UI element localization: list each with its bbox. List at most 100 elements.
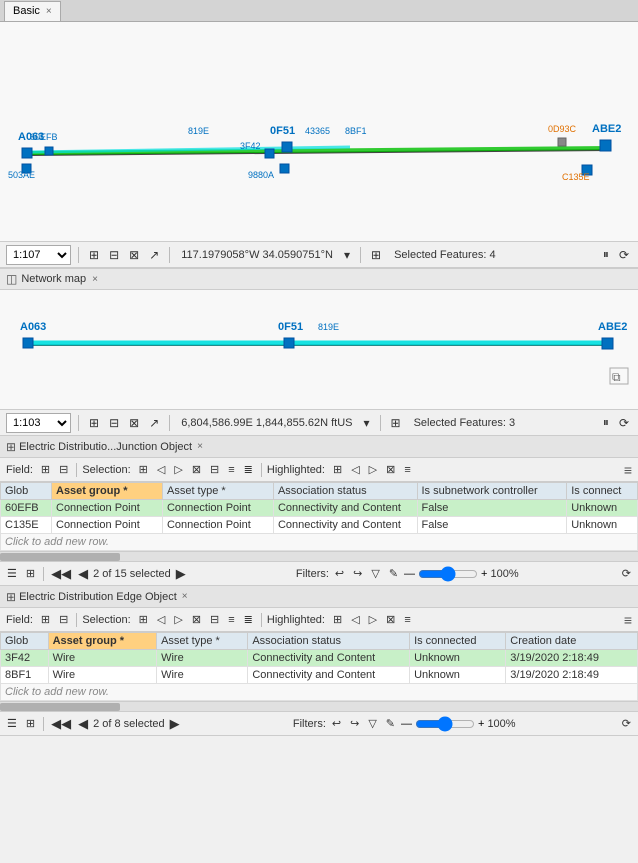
add-row-2[interactable]: Click to add new row.: [1, 684, 638, 701]
grid-btn-1[interactable]: ⊠: [126, 247, 142, 263]
refresh-table-1[interactable]: ⟳: [619, 565, 634, 582]
hl-btn-1c[interactable]: ▷: [366, 461, 380, 478]
zoom-select-1[interactable]: 1:107: [6, 245, 71, 265]
sel-btn-1d[interactable]: ⊠: [189, 461, 204, 478]
sel-btn-1c[interactable]: ▷: [171, 461, 185, 478]
zoom-select-2[interactable]: 1:103: [6, 413, 71, 433]
coord-dropdown-2[interactable]: ▾: [361, 415, 373, 431]
basic-tab[interactable]: Basic ×: [4, 1, 61, 21]
hl-btn-2b[interactable]: ◁: [348, 611, 362, 628]
cell-assetgroup: Connection Point: [52, 517, 163, 534]
arrow-btn-2[interactable]: ↗: [146, 415, 162, 431]
sep-nav1: [43, 567, 44, 581]
sel-btn-2e[interactable]: ⊟: [207, 611, 222, 628]
coord-dropdown-1[interactable]: ▾: [341, 247, 353, 263]
table2-scroll[interactable]: Glob Asset group * Asset type * Associat…: [0, 632, 638, 701]
hl-btn-2c[interactable]: ▷: [366, 611, 380, 628]
toggle-btn-2[interactable]: ⊞: [23, 715, 38, 732]
show-selected-btn-1[interactable]: ☰: [4, 565, 20, 582]
cell-isconnect: Unknown: [567, 500, 638, 517]
col-glob-2: Glob: [1, 633, 49, 650]
field-remove-btn-1[interactable]: ⊟: [56, 461, 71, 478]
hl-btn-1a[interactable]: ⊞: [330, 461, 345, 478]
extent-btn-2[interactable]: ⊟: [106, 415, 122, 431]
hl-btn-1d[interactable]: ⊠: [383, 461, 398, 478]
filter-redo-2[interactable]: ↪: [347, 715, 362, 732]
extent-btn-1[interactable]: ⊟: [106, 247, 122, 263]
refresh-table-2[interactable]: ⟳: [619, 715, 634, 732]
filter-redo-1[interactable]: ↪: [350, 565, 365, 582]
sel-btn-2a[interactable]: ⊞: [136, 611, 151, 628]
cell-assocstatus: Connectivity and Content: [273, 517, 417, 534]
pan-btn-1[interactable]: ⊞: [86, 247, 102, 263]
sep-2: [169, 247, 170, 263]
arrow-btn-1[interactable]: ↗: [146, 247, 162, 263]
feature-icon-2[interactable]: ⊞: [388, 415, 404, 431]
scroll-bar-h-1[interactable]: [0, 551, 638, 561]
refresh-btn-2[interactable]: ⟳: [616, 415, 632, 431]
add-row-text-2[interactable]: Click to add new row.: [1, 684, 638, 701]
table2-close[interactable]: ×: [182, 591, 188, 602]
prev-btn-2[interactable]: ◀: [76, 716, 90, 732]
basic-tab-close[interactable]: ×: [46, 6, 52, 17]
next-btn-1[interactable]: ▶: [174, 566, 188, 582]
toggle-btn-1[interactable]: ⊞: [23, 565, 38, 582]
sel-btn-2c[interactable]: ▷: [171, 611, 185, 628]
prev-btn-1[interactable]: ◀: [76, 566, 90, 582]
sel-btn-2g[interactable]: ≣: [241, 611, 256, 628]
scroll-bar-h-2[interactable]: [0, 701, 638, 711]
filter-edit-2[interactable]: ✎: [383, 715, 398, 732]
hl-btn-2a[interactable]: ⊞: [330, 611, 345, 628]
feature-icon-1[interactable]: ⊞: [368, 247, 384, 263]
table-row: 60EFB Connection Point Connection Point …: [1, 500, 638, 517]
settings-icon-1[interactable]: ≡: [624, 462, 632, 478]
filter-plus-2: +: [478, 718, 484, 730]
sel-btn-2f[interactable]: ≡: [225, 612, 237, 628]
filter-down-2[interactable]: ▽: [365, 715, 379, 732]
grid-btn-2[interactable]: ⊠: [126, 415, 142, 431]
add-row-text-1[interactable]: Click to add new row.: [1, 534, 638, 551]
filter-down-1[interactable]: ▽: [368, 565, 382, 582]
pan-btn-2[interactable]: ⊞: [86, 415, 102, 431]
zoom-slider-2[interactable]: [415, 716, 475, 732]
map-canvas-1: A063 60EFB 503AE 0F51 3F42 9880A 819E 43…: [0, 22, 638, 241]
sel-btn-1g[interactable]: ≣: [241, 461, 256, 478]
refresh-btn-1[interactable]: ⟳: [616, 247, 632, 263]
settings-icon-2[interactable]: ≡: [624, 612, 632, 628]
hl-btn-1e[interactable]: ≡: [401, 462, 413, 478]
scroll-thumb-2[interactable]: [0, 703, 120, 711]
network-map-close[interactable]: ×: [92, 274, 98, 285]
field-label-1: Field:: [6, 464, 33, 476]
field-add-btn-2[interactable]: ⊞: [38, 611, 53, 628]
pause-btn-2[interactable]: ⏸: [600, 414, 612, 431]
first-btn-1[interactable]: ◀◀: [49, 566, 73, 582]
hl-btn-1b[interactable]: ◁: [348, 461, 362, 478]
sel-btn-2d[interactable]: ⊠: [189, 611, 204, 628]
hl-btn-2e[interactable]: ≡: [401, 612, 413, 628]
add-row-1[interactable]: Click to add new row.: [1, 534, 638, 551]
filter-undo-2[interactable]: ↩: [329, 715, 344, 732]
field-add-btn-1[interactable]: ⊞: [38, 461, 53, 478]
sel-btn-1e[interactable]: ⊟: [207, 461, 222, 478]
table1-header-row: Glob Asset group * Asset type * Associat…: [1, 483, 638, 500]
cell-glob: 3F42: [1, 650, 49, 667]
sel-btn-1b[interactable]: ◁: [154, 461, 168, 478]
table1-close[interactable]: ×: [197, 441, 203, 452]
filter-edit-1[interactable]: ✎: [386, 565, 401, 582]
svg-text:819E: 819E: [188, 126, 209, 136]
show-selected-btn-2[interactable]: ☰: [4, 715, 20, 732]
hl-btn-2d[interactable]: ⊠: [383, 611, 398, 628]
zoom-slider-1[interactable]: [418, 566, 478, 582]
scroll-thumb-1[interactable]: [0, 553, 120, 561]
map-area-1: A063 60EFB 503AE 0F51 3F42 9880A 819E 43…: [0, 22, 638, 242]
cell-issubnetwork: False: [417, 517, 567, 534]
next-btn-2[interactable]: ▶: [168, 716, 182, 732]
sel-btn-1a[interactable]: ⊞: [136, 461, 151, 478]
filter-undo-1[interactable]: ↩: [332, 565, 347, 582]
pause-btn-1[interactable]: ⏸: [600, 246, 612, 263]
table1-scroll[interactable]: Glob Asset group * Asset type * Associat…: [0, 482, 638, 551]
first-btn-2[interactable]: ◀◀: [49, 716, 73, 732]
sel-btn-2b[interactable]: ◁: [154, 611, 168, 628]
field-remove-btn-2[interactable]: ⊟: [56, 611, 71, 628]
sel-btn-1f[interactable]: ≡: [225, 462, 237, 478]
